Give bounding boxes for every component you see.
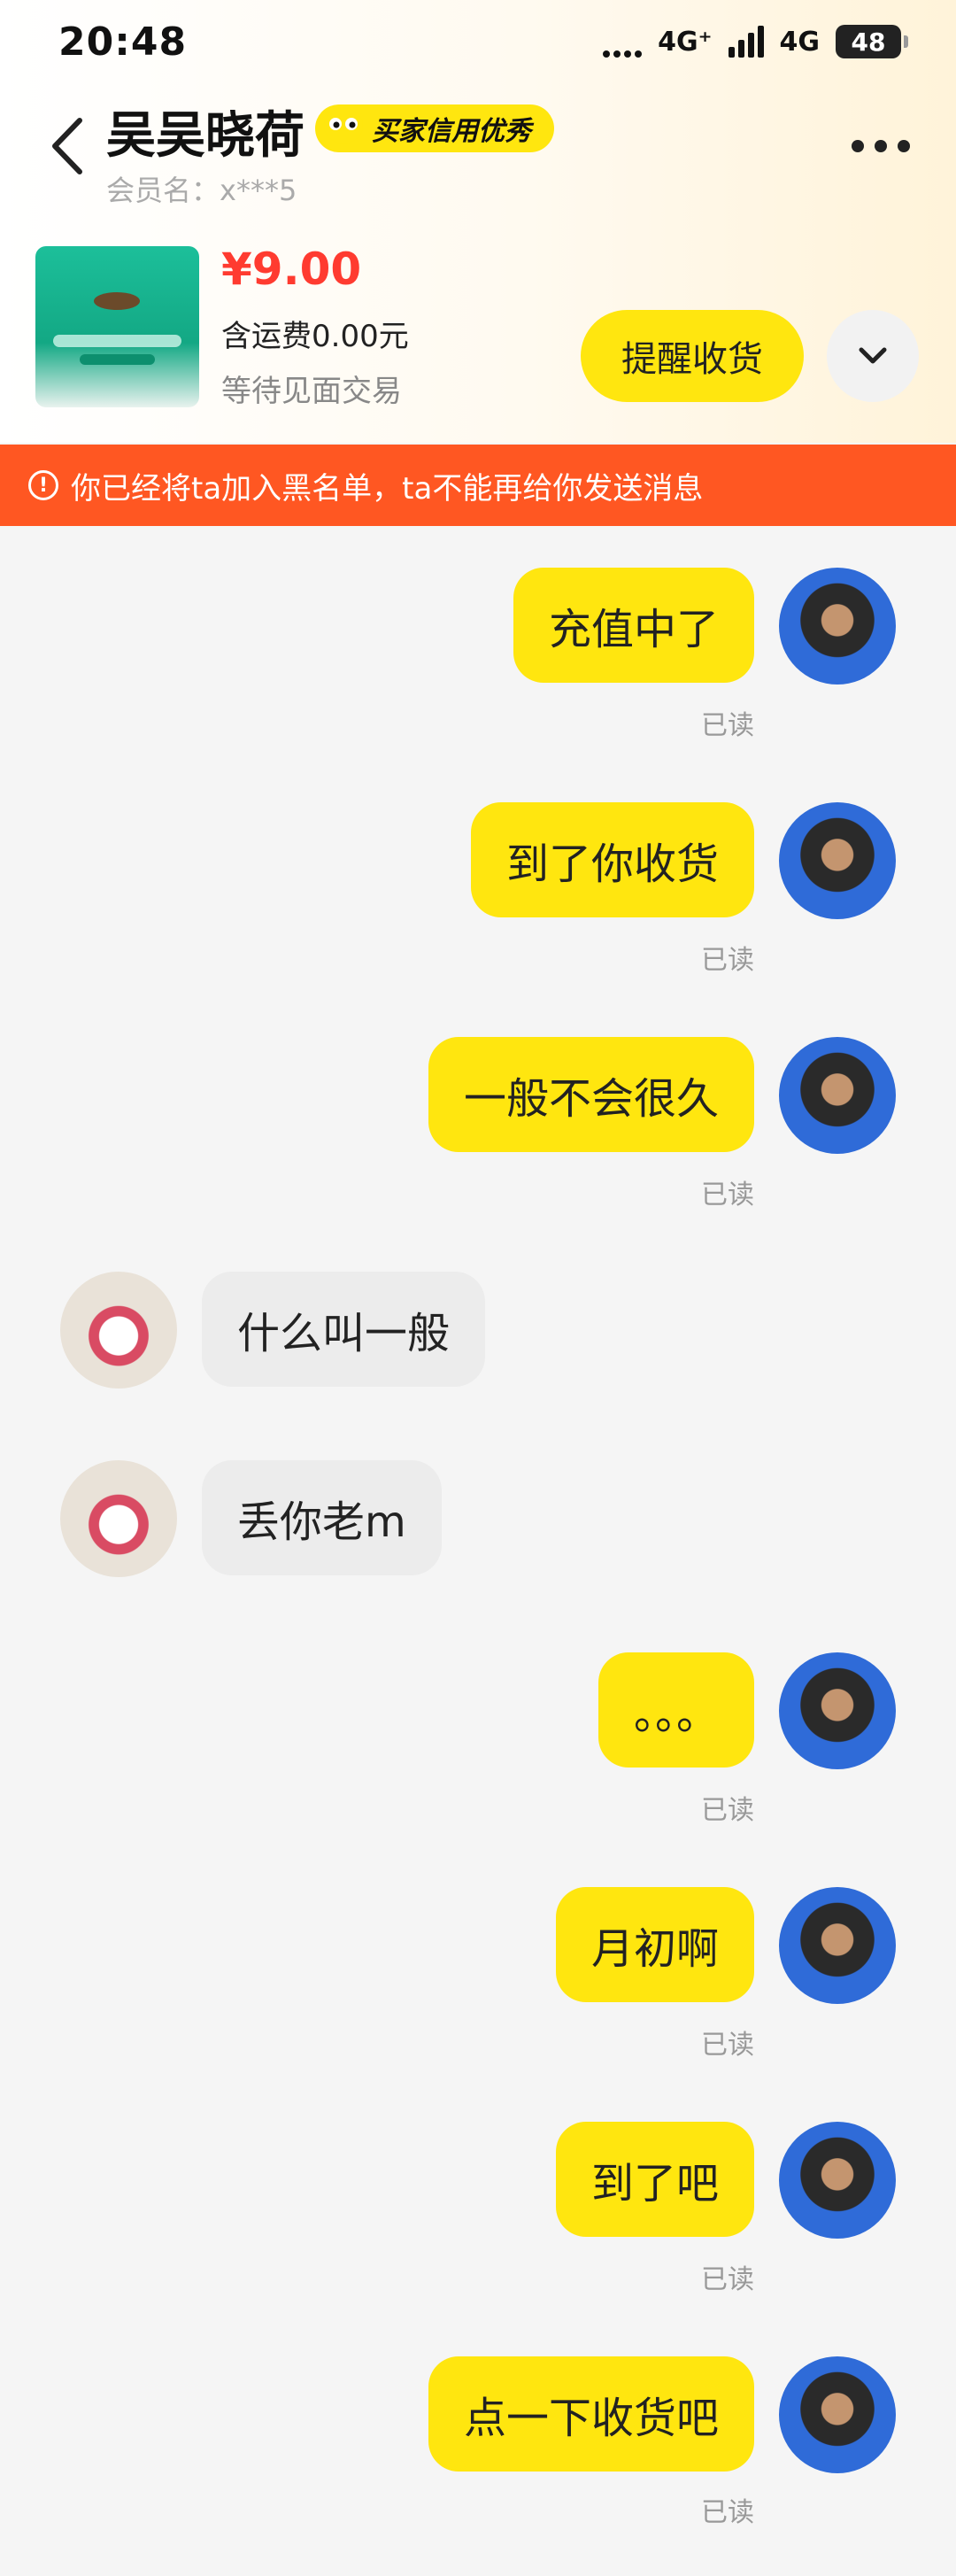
mascot-icon [324, 108, 363, 143]
network-label: 4G⁺ [658, 26, 713, 58]
signal-icon [728, 26, 764, 58]
my-avatar[interactable] [779, 1652, 896, 1769]
member-name: 会员名：x***5 [106, 174, 297, 207]
product-thumbnail[interactable] [35, 246, 199, 407]
contact-avatar[interactable] [60, 1272, 177, 1389]
contact-name: 吴吴晓荷 [106, 107, 305, 165]
contact-avatar[interactable] [60, 1460, 177, 1577]
my-avatar[interactable] [779, 1037, 896, 1154]
signal-icon [603, 26, 643, 58]
message-bubble[interactable]: 到了你收货 [470, 802, 754, 917]
product-image [53, 292, 181, 365]
trade-status: 等待见面交易 [221, 374, 402, 409]
blacklist-banner: ! 你已经将ta加入黑名单，ta不能再给你发送消息 [0, 445, 956, 526]
message-bubble[interactable]: 丢你老m [202, 1460, 442, 1575]
message-bubble[interactable]: 什么叫一般 [202, 1272, 486, 1387]
message-bubble[interactable]: 点一下收货吧 [428, 2356, 754, 2472]
message-bubble[interactable]: 充值中了 [513, 568, 754, 683]
product-price: ¥9.00 [221, 244, 362, 295]
read-receipt: 已读 [701, 2264, 754, 2295]
expand-button[interactable] [827, 310, 919, 402]
status-time: 20:48 [58, 19, 188, 65]
back-icon[interactable] [50, 115, 85, 177]
message-bubble[interactable]: 到了吧 [555, 2122, 754, 2237]
message-bubble[interactable]: 。。。 [598, 1652, 754, 1768]
my-avatar[interactable] [779, 2356, 896, 2473]
more-icon[interactable] [852, 140, 910, 152]
my-avatar[interactable] [779, 568, 896, 685]
remind-receipt-button[interactable]: 提醒收货 [581, 310, 804, 402]
message-list[interactable]: 充值中了 已读 到了你收货 已读 一般不会很久 已读 什么叫一般 丢你老m 。。… [0, 526, 956, 2576]
battery-icon: 48 [836, 25, 908, 58]
read-receipt: 已读 [701, 1180, 754, 1211]
read-receipt: 已读 [701, 1795, 754, 1826]
message-bubble[interactable]: 月初啊 [555, 1887, 754, 2002]
message-bubble[interactable]: 一般不会很久 [428, 1037, 754, 1152]
chevron-down-icon [859, 347, 887, 364]
network-label: 4G [779, 26, 821, 58]
read-receipt: 已读 [701, 2030, 754, 2061]
my-avatar[interactable] [779, 2122, 896, 2239]
warning-icon: ! [28, 470, 58, 500]
shipping-fee: 含运费0.00元 [221, 319, 409, 354]
banner-text: 你已经将ta加入黑名单，ta不能再给你发送消息 [71, 470, 704, 507]
my-avatar[interactable] [779, 1887, 896, 2004]
read-receipt: 已读 [701, 710, 754, 741]
read-receipt: 已读 [701, 2497, 754, 2528]
status-icons: 4G⁺ 4G 48 [603, 25, 908, 58]
my-avatar[interactable] [779, 802, 896, 919]
credit-badge: 买家信用优秀 [315, 104, 554, 152]
read-receipt: 已读 [701, 945, 754, 976]
credit-badge-label: 买家信用优秀 [372, 116, 531, 147]
